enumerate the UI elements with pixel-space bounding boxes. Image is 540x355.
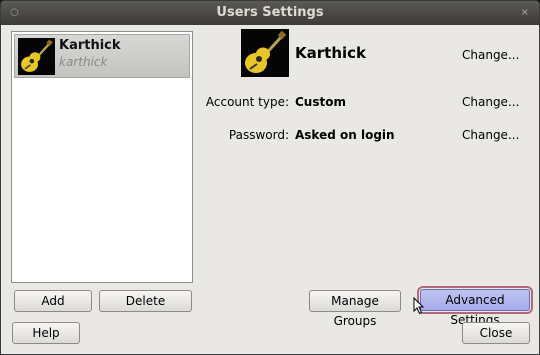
password-label: Password: bbox=[228, 128, 289, 142]
add-user-button[interactable]: Add bbox=[14, 290, 92, 312]
window-title: Users Settings bbox=[216, 5, 324, 20]
password-value: Asked on login bbox=[295, 128, 395, 142]
title-bar[interactable]: ○ Users Settings × bbox=[1, 1, 539, 25]
guitar-icon bbox=[241, 29, 289, 77]
close-button[interactable]: Close bbox=[462, 322, 530, 344]
mouse-pointer-icon bbox=[413, 297, 425, 315]
users-settings-window: ○ Users Settings × Karthick karthick Kar… bbox=[0, 0, 540, 355]
user-login-name: karthick bbox=[59, 55, 108, 69]
account-type-label: Account type: bbox=[205, 95, 289, 109]
change-password-link[interactable]: Change... bbox=[462, 128, 519, 142]
manage-groups-button[interactable]: Manage Groups bbox=[309, 290, 401, 328]
close-icon[interactable]: × bbox=[521, 1, 529, 25]
user-list-item[interactable]: Karthick karthick bbox=[14, 34, 190, 78]
help-button[interactable]: Help bbox=[12, 322, 80, 344]
account-type-value: Custom bbox=[295, 95, 346, 109]
change-name-link[interactable]: Change... bbox=[462, 48, 519, 62]
guitar-icon bbox=[18, 38, 55, 75]
detail-user-name: Karthick bbox=[295, 44, 367, 62]
window-menu-icon[interactable]: ○ bbox=[10, 1, 19, 25]
change-account-type-link[interactable]: Change... bbox=[462, 95, 519, 109]
delete-user-button[interactable]: Delete bbox=[99, 290, 192, 312]
user-display-name: Karthick bbox=[59, 38, 121, 53]
user-list[interactable]: Karthick karthick bbox=[11, 31, 193, 283]
advanced-settings-button[interactable]: Advanced Settings bbox=[417, 286, 533, 327]
